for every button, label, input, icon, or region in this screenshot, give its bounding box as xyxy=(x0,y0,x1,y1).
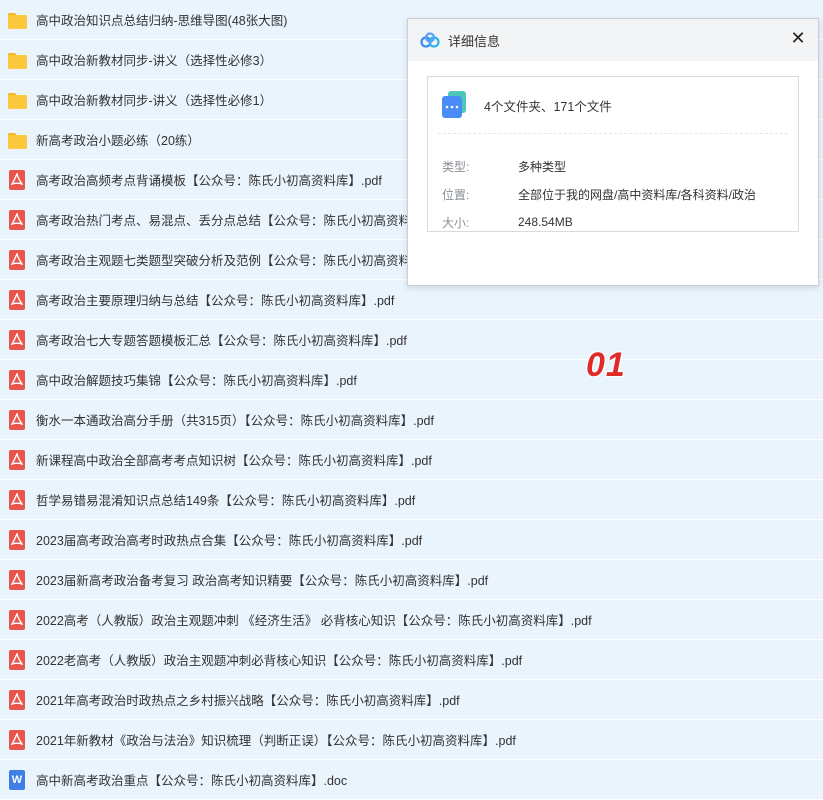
file-row[interactable]: 哲学易错易混淆知识点总结149条【公众号：陈氏小初高资料库】.pdf xyxy=(0,480,823,520)
watermark: 01 xyxy=(586,346,626,384)
file-name: 2022老高考（人教版）政治主观题冲刺必背核心知识【公众号：陈氏小初高资料库】.… xyxy=(36,654,523,668)
info-list: 类型: 多种类型 位置: 全部位于我的网盘/高中资料库/各科资料/政治 大小: … xyxy=(428,134,798,236)
file-row[interactable]: 衡水一本通政治高分手册（共315页）【公众号：陈氏小初高资料库】.pdf xyxy=(0,400,823,440)
file-name: 2021年新教材《政治与法治》知识梳理（判断正误）【公众号：陈氏小初高资料库】.… xyxy=(36,734,516,748)
file-row[interactable]: 高考政治主要原理归纳与总结【公众号：陈氏小初高资料库】.pdf xyxy=(0,280,823,320)
pdf-file-icon xyxy=(6,249,28,271)
pdf-file-icon xyxy=(6,609,28,631)
pdf-file-icon xyxy=(6,209,28,231)
pdf-file-icon xyxy=(6,289,28,311)
file-name: 2023届高考政治高考时政热点合集【公众号：陈氏小初高资料库】.pdf xyxy=(36,534,423,548)
pdf-file-icon xyxy=(6,169,28,191)
size-row: 大小: 248.54MB xyxy=(442,208,798,236)
file-name: 2023届新高考政治备考复习 政治高考知识精要【公众号：陈氏小初高资料库】.pd… xyxy=(36,574,489,588)
file-row[interactable]: 高考政治七大专题答题模板汇总【公众号：陈氏小初高资料库】.pdf xyxy=(0,320,823,360)
file-name: 高中政治新教材同步-讲义（选择性必修3） xyxy=(36,54,273,68)
location-label: 位置: xyxy=(442,187,470,202)
baidu-netdisk-logo-icon xyxy=(420,32,440,48)
folder-icon xyxy=(6,89,28,111)
file-row[interactable]: 2021年高考政治时政热点之乡村振兴战略【公众号：陈氏小初高资料库】.pdf xyxy=(0,680,823,720)
pdf-file-icon xyxy=(6,529,28,551)
file-name: 高考政治高频考点背诵模板【公众号：陈氏小初高资料库】.pdf xyxy=(36,174,382,188)
pdf-file-icon xyxy=(6,489,28,511)
file-name: 高中新高考政治重点【公众号：陈氏小初高资料库】.doc xyxy=(36,774,348,788)
pdf-file-icon xyxy=(6,569,28,591)
folder-icon xyxy=(6,9,28,31)
type-row: 类型: 多种类型 xyxy=(442,152,798,180)
file-name: 2021年高考政治时政热点之乡村振兴战略【公众号：陈氏小初高资料库】.pdf xyxy=(36,694,460,708)
pdf-file-icon xyxy=(6,329,28,351)
pdf-file-icon xyxy=(6,449,28,471)
file-name: 哲学易错易混淆知识点总结149条【公众号：陈氏小初高资料库】.pdf xyxy=(36,494,416,508)
file-name: 新课程高中政治全部高考考点知识树【公众号：陈氏小初高资料库】.pdf xyxy=(36,454,432,468)
dialog-title: 详细信息 xyxy=(448,33,501,49)
pdf-file-icon xyxy=(6,689,28,711)
word-doc-icon: W xyxy=(6,769,28,791)
type-label: 类型: xyxy=(442,159,470,174)
file-row[interactable]: W 高中新高考政治重点【公众号：陈氏小初高资料库】.doc xyxy=(0,760,823,800)
file-name: 高考政治热门考点、易混点、丢分点总结【公众号：陈氏小初高资料库】.pdf xyxy=(36,214,457,228)
pdf-file-icon xyxy=(6,649,28,671)
file-name: 高中政治解题技巧集锦【公众号：陈氏小初高资料库】.pdf xyxy=(36,374,357,388)
pdf-file-icon xyxy=(6,369,28,391)
file-row[interactable]: 2022高考（人教版）政治主观题冲刺 《经济生活》 必背核心知识【公众号：陈氏小… xyxy=(0,600,823,640)
file-name: 新高考政治小题必练（20练） xyxy=(36,134,200,148)
file-name: 高考政治主要原理归纳与总结【公众号：陈氏小初高资料库】.pdf xyxy=(36,294,395,308)
file-name: 高考政治七大专题答题模板汇总【公众号：陈氏小初高资料库】.pdf xyxy=(36,334,407,348)
close-icon[interactable]: ✕ xyxy=(788,28,808,48)
file-row[interactable]: 2023届新高考政治备考复习 政治高考知识精要【公众号：陈氏小初高资料库】.pd… xyxy=(0,560,823,600)
file-name: 高中政治知识点总结归纳-思维导图(48张大图) xyxy=(36,14,288,28)
file-row[interactable]: 2022老高考（人教版）政治主观题冲刺必背核心知识【公众号：陈氏小初高资料库】.… xyxy=(0,640,823,680)
details-dialog: 详细信息 ✕ 4个文件夹、171个文件 类型: 多种类型 位置: 全部位于我的网… xyxy=(407,18,819,286)
file-name: 衡水一本通政治高分手册（共315页）【公众号：陈氏小初高资料库】.pdf xyxy=(36,414,434,428)
pdf-file-icon xyxy=(6,409,28,431)
location-row: 位置: 全部位于我的网盘/高中资料库/各科资料/政治 xyxy=(442,180,798,208)
location-value: 全部位于我的网盘/高中资料库/各科资料/政治 xyxy=(518,187,757,202)
folder-icon xyxy=(6,129,28,151)
file-name: 2022高考（人教版）政治主观题冲刺 《经济生活》 必背核心知识【公众号：陈氏小… xyxy=(36,614,592,628)
type-value: 多种类型 xyxy=(518,159,567,174)
details-panel: 4个文件夹、171个文件 类型: 多种类型 位置: 全部位于我的网盘/高中资料库… xyxy=(427,76,799,232)
file-row[interactable]: 2023届高考政治高考时政热点合集【公众号：陈氏小初高资料库】.pdf xyxy=(0,520,823,560)
file-name: 高考政治主观题七类题型突破分析及范例【公众号：陈氏小初高资料库】.pdf xyxy=(36,254,457,268)
dialog-header: 详细信息 ✕ xyxy=(408,19,818,61)
summary-row: 4个文件夹、171个文件 xyxy=(438,77,788,134)
file-name: 高中政治新教材同步-讲义（选择性必修1） xyxy=(36,94,273,108)
size-label: 大小: xyxy=(442,215,470,230)
multiple-files-icon xyxy=(442,91,466,118)
file-row[interactable]: 新课程高中政治全部高考考点知识树【公众号：陈氏小初高资料库】.pdf xyxy=(0,440,823,480)
file-row[interactable]: 2021年新教材《政治与法治》知识梳理（判断正误）【公众号：陈氏小初高资料库】.… xyxy=(0,720,823,760)
summary-text: 4个文件夹、171个文件 xyxy=(484,99,612,114)
folder-icon xyxy=(6,49,28,71)
size-value: 248.54MB xyxy=(518,215,573,229)
pdf-file-icon xyxy=(6,729,28,751)
file-row[interactable]: 高中政治解题技巧集锦【公众号：陈氏小初高资料库】.pdf xyxy=(0,360,823,400)
